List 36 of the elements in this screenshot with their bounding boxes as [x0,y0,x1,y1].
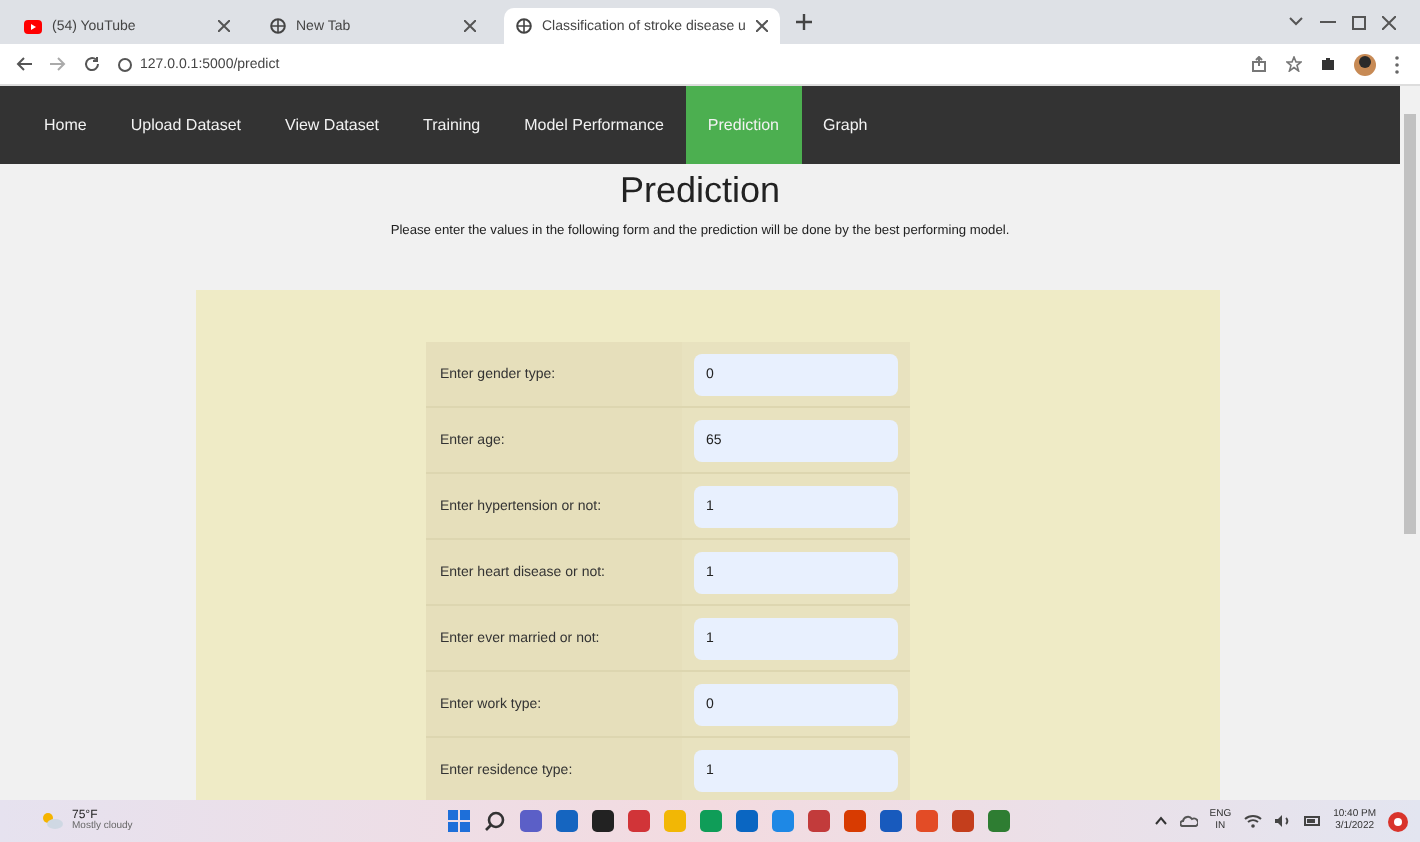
nav-link[interactable]: Training [401,86,503,164]
more-icon[interactable] [1394,55,1400,73]
chevron-up-icon[interactable] [1153,816,1168,826]
star-icon[interactable] [1286,56,1302,72]
share-icon[interactable] [1252,56,1268,72]
scrollbar[interactable] [1400,86,1420,800]
play-logo-icon [24,19,42,33]
wifi-icon[interactable] [1243,814,1262,828]
speaker-icon[interactable] [1273,814,1292,828]
search-icon[interactable] [484,810,506,832]
nav-link[interactable]: View Dataset [263,86,401,164]
globe-icon [270,18,286,34]
close-icon[interactable] [464,20,476,32]
app-icon[interactable] [592,810,614,832]
close-icon[interactable] [1382,15,1396,29]
nav-link[interactable]: Graph [801,86,890,164]
new-tab-icon[interactable] [795,14,812,30]
nav-link[interactable]: Upload Dataset [108,86,263,164]
cloud-icon[interactable] [1179,814,1198,828]
page-title: Prediction [617,170,783,212]
nav-link[interactable]: Model Performance [502,86,686,164]
nav-link[interactable]: Home [22,86,109,164]
chevron-down-icon[interactable] [1288,16,1304,28]
close-icon[interactable] [755,20,768,32]
close-icon[interactable] [218,20,230,32]
info-icon [118,57,132,71]
reload-icon[interactable] [84,56,100,72]
battery-icon[interactable] [1303,814,1322,828]
weather-icon [40,810,64,831]
start-icon[interactable] [448,810,470,832]
back-arrow-icon[interactable] [16,56,32,72]
maximize-icon[interactable] [1352,15,1366,29]
minimize-icon[interactable] [1320,20,1336,24]
notification-icon[interactable] [1388,811,1408,831]
globe-icon [516,18,532,34]
avatar-icon[interactable] [1354,53,1376,75]
